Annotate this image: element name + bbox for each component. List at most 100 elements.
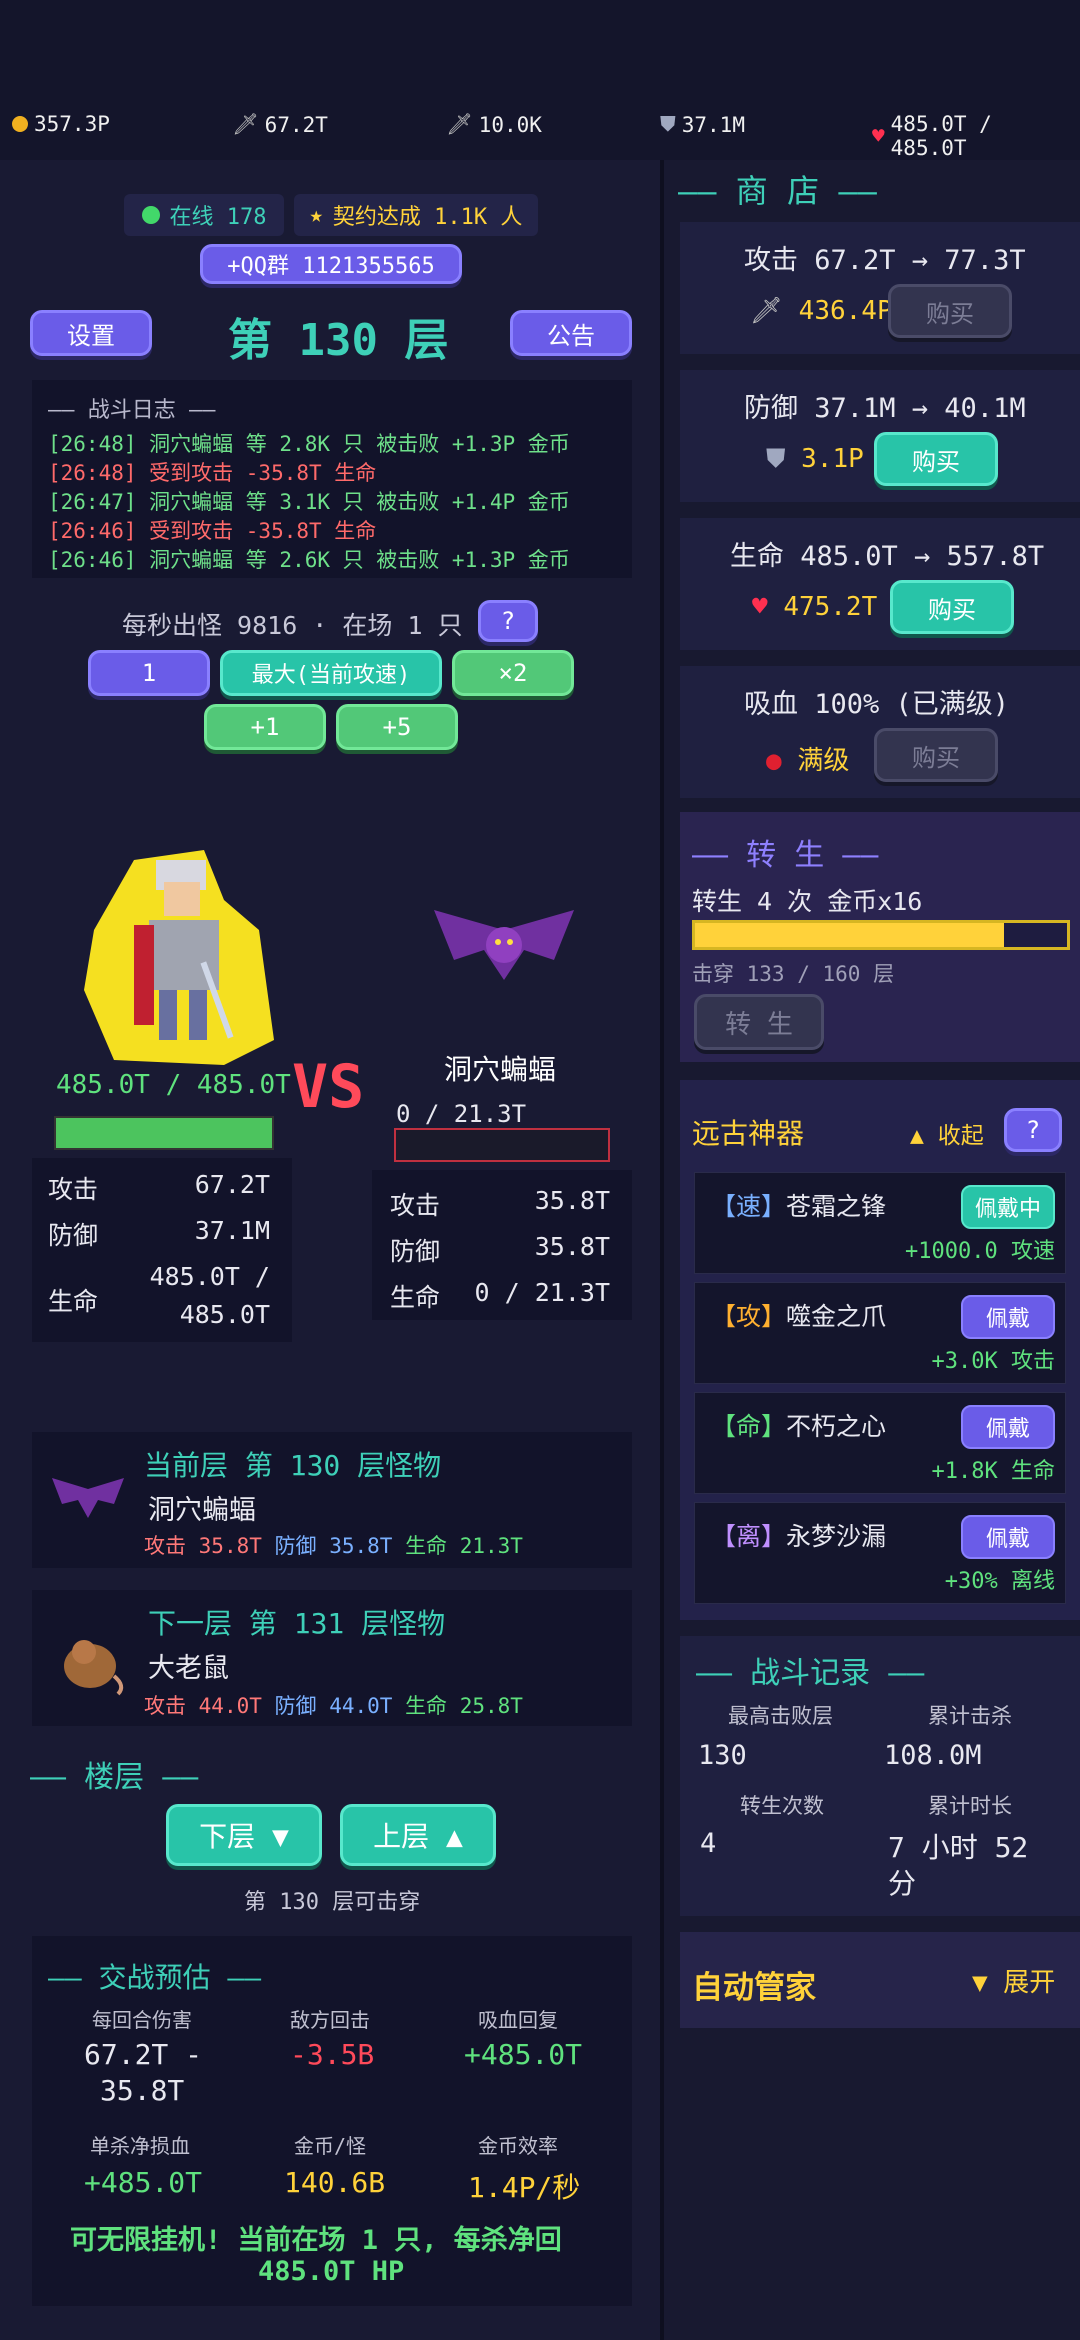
spawn-max-button[interactable]: 最大(当前攻速) [220, 650, 442, 696]
online-badge: 在线 178 [124, 194, 284, 236]
spawn-1-button[interactable]: 1 [88, 650, 210, 696]
shop-lifesteal-cost-value: 满级 [797, 746, 850, 776]
cur-def-value: 35.8T [329, 1534, 393, 1558]
notice-button[interactable]: 公告 [510, 310, 632, 356]
record-rebirths-value: 4 [700, 1828, 717, 1859]
artifacts-collapse-toggle[interactable]: ▲ 收起 [910, 1116, 984, 1150]
settings-button[interactable]: 设置 [30, 310, 152, 356]
spawn-plus5-button[interactable]: +5 [336, 704, 458, 750]
battle-record-title: —— 战斗记录 —— [696, 1656, 925, 1691]
hero-knight-sprite [84, 850, 274, 1065]
cur-atk-label: 攻击 [144, 1534, 186, 1558]
next-monster-name: 大老鼠 [148, 1653, 229, 1684]
shield-icon: ⛊ [660, 112, 676, 136]
hero-hp-fill [56, 1118, 272, 1148]
cave-bat-sprite [434, 910, 574, 980]
artifact-tag: 【命】 [711, 1412, 787, 1441]
hero-def-label: 防御 [48, 1221, 99, 1250]
spawn-help-button[interactable]: ? [478, 600, 538, 642]
artifact-tag: 【离】 [711, 1522, 787, 1551]
floor-up-button[interactable]: 上层 ▲ [340, 1804, 496, 1866]
attack-value: 67.2T [264, 112, 328, 137]
shop-attack-buy-button[interactable]: 购买 [888, 284, 1012, 338]
enemy-def-label: 防御 [390, 1237, 441, 1266]
hero-hp-label: 生命 [48, 1287, 99, 1316]
hp-value: 485.0T / 485.0T [890, 112, 992, 160]
attack-stat: 🗡 67.2T [232, 112, 328, 137]
shop-hp-buy-button[interactable]: 购买 [890, 580, 1014, 634]
speed-stat: 🗡 10.0K [446, 112, 542, 137]
est-lifesteal-label: 吸血回复 [478, 2008, 558, 2032]
record-highest-value: 130 [698, 1740, 747, 1771]
sword-icon: 🗡 [750, 296, 799, 326]
hero-hp-value-2: 485.0T [179, 1300, 270, 1329]
spawn-plus1-button[interactable]: +1 [204, 704, 326, 750]
spawn-x2-button[interactable]: ×2 [452, 650, 574, 696]
artifact-bonus: +1.8K 生命 [931, 1459, 1055, 1484]
est-gold-value: 140.6B [284, 2166, 386, 2199]
record-time-label: 累计时长 [928, 1794, 1012, 1818]
est-lifesteal-value: +485.0T [464, 2038, 583, 2071]
enemy-hp-value: 0 / 21.3T [474, 1278, 610, 1307]
artifact-name: 不朽之心 [786, 1412, 887, 1441]
shop-lifesteal-buy-button[interactable]: 购买 [874, 728, 998, 782]
floor-breakthrough-note: 第 130 层可击穿 [244, 1890, 421, 1915]
est-counter-value: -3.5B [290, 2038, 375, 2071]
sword-icon: 🗡 [232, 112, 259, 136]
gold-value: 357.3P [34, 112, 110, 136]
hero-atk-value: 67.2T [194, 1170, 270, 1199]
qq-group-button[interactable]: +QQ群 1121355565 [200, 244, 462, 284]
enemy-def-value: 35.8T [534, 1232, 610, 1261]
artifact-equip-button[interactable]: 佩戴 [961, 1405, 1055, 1449]
artifacts-help-button[interactable]: ? [1004, 1108, 1062, 1152]
battle-log-line: [26:48] 洞穴蝙蝠 等 2.8K 只 被击败 +1.3P 金币 [48, 432, 570, 456]
artifacts-title: 远古神器 [692, 1117, 805, 1150]
enemy-name: 洞穴蝙蝠 [444, 1053, 557, 1086]
rebirth-progress-bar [692, 920, 1070, 950]
rat-icon [64, 1640, 124, 1696]
shop-hp-label: 生命 485.0T → 557.8T [730, 541, 1045, 572]
est-efficiency-value: 1.4P/秒 [468, 2171, 581, 2204]
artifact-tag: 【速】 [711, 1192, 787, 1221]
shop-hp-cost-value: 475.2T [783, 592, 878, 622]
current-monster-name: 洞穴蝙蝠 [148, 1495, 256, 1526]
current-monster-title: 当前层 第 130 层怪物 [144, 1449, 442, 1482]
defense-stat: ⛊ 37.1M [660, 112, 745, 137]
next-hp-label: 生命 [405, 1694, 448, 1718]
cur-atk-value: 35.8T [198, 1534, 262, 1558]
hero-hp-value-1: 485.0T / [149, 1262, 270, 1291]
hero-hp-bar [54, 1116, 274, 1150]
record-rebirths-label: 转生次数 [740, 1794, 824, 1818]
artifact-equip-button[interactable]: 佩戴 [961, 1295, 1055, 1339]
shop-lifesteal-label: 吸血 100% (已满级) [744, 689, 1010, 720]
rebirth-button[interactable]: 转 生 [694, 994, 824, 1050]
enemy-hp-label: 生命 [390, 1283, 441, 1312]
contract-badge: ★ 契约达成 1.1K 人 [294, 194, 538, 236]
next-monster-stats: 攻击 44.0T 防御 44.0T 生命 25.8T [144, 1690, 523, 1720]
rebirth-info: 转生 4 次 金币x16 [692, 887, 923, 916]
auto-butler-expand-toggle[interactable]: ▼ 展开 [972, 1962, 1055, 1999]
auto-butler-title: 自动管家 [692, 1970, 816, 2006]
rebirth-progress-fill [695, 923, 1004, 947]
enemy-hp-bar [394, 1128, 610, 1162]
battle-log-line: [26:46] 受到攻击 -35.8T 生命 [48, 519, 377, 543]
shop-defense-buy-button[interactable]: 购买 [874, 432, 998, 486]
est-footer-line-1: 可无限挂机! 当前在场 1 只, 每杀净回 [70, 2225, 562, 2256]
current-monster-stats: 攻击 35.8T 防御 35.8T 生命 21.3T [144, 1530, 523, 1560]
next-def-value: 44.0T [329, 1694, 393, 1718]
next-atk-label: 攻击 [144, 1694, 186, 1718]
artifact-tag: 【攻】 [711, 1302, 787, 1331]
vs-label: VS [292, 1052, 365, 1122]
artifact-equip-button[interactable]: 佩戴 [961, 1515, 1055, 1559]
shop-attack-label: 攻击 67.2T → 77.3T [744, 245, 1026, 276]
record-time-value-2: 分 [888, 1867, 917, 1900]
bat-icon [52, 1478, 124, 1518]
est-counter-label: 敌方回击 [290, 2008, 370, 2032]
next-hp-value: 25.8T [459, 1694, 523, 1718]
artifact-equip-button[interactable]: 佩戴中 [961, 1185, 1055, 1229]
battle-log-title: —— 战斗日志 —— [48, 398, 216, 423]
heart-icon: ♥ [752, 592, 784, 622]
shop-title: —— 商 店 —— [678, 172, 877, 210]
shop-defense-label: 防御 37.1M → 40.1M [744, 393, 1026, 424]
floor-down-button[interactable]: 下层 ▼ [166, 1804, 322, 1866]
